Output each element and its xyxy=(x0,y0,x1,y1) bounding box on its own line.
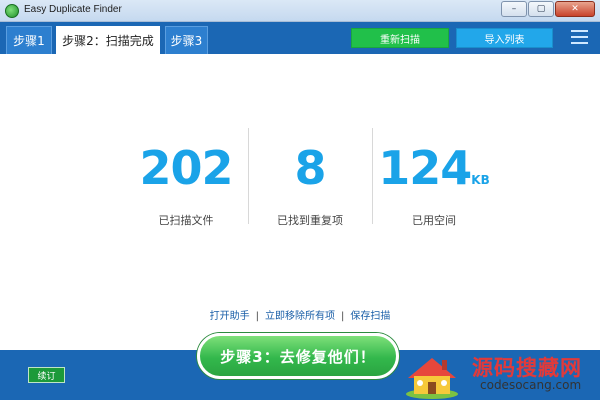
remove-all-link[interactable]: 立即移除所有项 xyxy=(265,311,335,322)
watermark-domain: codesocang.com xyxy=(480,378,582,392)
renew-button[interactable]: 续订 xyxy=(28,367,65,383)
house-logo-icon xyxy=(406,358,458,399)
tab-step1[interactable]: 步骤1 xyxy=(6,26,52,54)
site-watermark: 源码搜藏网 codesocang.com xyxy=(396,350,600,400)
stat-value: 202 xyxy=(139,141,233,195)
maximize-button[interactable]: ▢ xyxy=(528,1,554,17)
title-bar: Easy Duplicate Finder – ▢ ✕ xyxy=(0,0,600,22)
header-bar: 步骤1 步骤2：扫描完成 步骤3 重新扫描 导入列表 xyxy=(0,22,600,54)
stat-scanned-files: 202 已扫描文件 xyxy=(124,140,248,228)
stat-space-used: 124KB 已用空间 xyxy=(372,140,496,228)
open-assistant-link[interactable]: 打开助手 xyxy=(210,311,250,322)
link-separator: | xyxy=(255,311,259,322)
import-list-button[interactable]: 导入列表 xyxy=(456,28,553,48)
rescan-button[interactable]: 重新扫描 xyxy=(351,28,449,48)
link-separator: | xyxy=(341,311,345,322)
minimize-button[interactable]: – xyxy=(501,1,527,17)
stat-label: 已扫描文件 xyxy=(158,214,214,227)
window-controls: – ▢ ✕ xyxy=(501,1,595,17)
step3-fix-button[interactable]: 步骤3：去修复他们！ xyxy=(197,333,399,379)
save-scan-link[interactable]: 保存扫描 xyxy=(350,311,390,322)
action-links: 打开助手 | 立即移除所有项 | 保存扫描 xyxy=(0,307,600,322)
app-logo-icon xyxy=(5,4,19,18)
close-button[interactable]: ✕ xyxy=(555,1,595,17)
stat-value: 8 xyxy=(294,141,326,195)
hamburger-menu-icon[interactable] xyxy=(571,30,588,44)
window-title: Easy Duplicate Finder xyxy=(24,4,122,15)
stat-duplicates-found: 8 已找到重复项 xyxy=(248,140,372,228)
stat-value: 124KB xyxy=(378,141,490,195)
tab-step3[interactable]: 步骤3 xyxy=(165,26,208,54)
stat-label: 已用空间 xyxy=(412,214,456,227)
stat-label: 已找到重复项 xyxy=(277,214,343,227)
tab-step2[interactable]: 步骤2：扫描完成 xyxy=(56,26,160,54)
